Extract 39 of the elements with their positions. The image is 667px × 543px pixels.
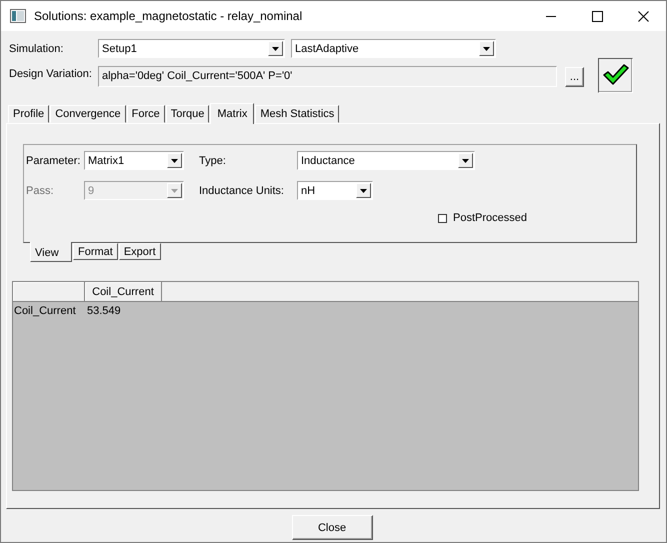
inductance-units-label: Inductance Units: bbox=[199, 184, 285, 196]
tab[interactable]: Export bbox=[118, 243, 161, 260]
tab[interactable]: Torque bbox=[166, 105, 210, 123]
tab[interactable]: Matrix bbox=[210, 103, 254, 124]
type-dropdown[interactable]: Inductance bbox=[297, 151, 475, 170]
checkmark-icon bbox=[602, 64, 628, 86]
tab[interactable]: Force bbox=[126, 105, 165, 123]
setup-dropdown[interactable]: Setup1 bbox=[98, 39, 285, 58]
close-button[interactable]: Close bbox=[292, 515, 372, 540]
tab[interactable]: Mesh Statistics bbox=[255, 105, 340, 123]
apply-button[interactable] bbox=[598, 58, 633, 92]
row-header: Coil_Current bbox=[13, 305, 77, 317]
dropdown-arrow-icon bbox=[462, 158, 469, 162]
dropdown-arrow-icon bbox=[360, 188, 367, 192]
pass-label: Pass: bbox=[26, 184, 55, 196]
type-label: Type: bbox=[199, 154, 227, 166]
post-processed-checkbox[interactable] bbox=[438, 214, 447, 222]
column-header: Coil_Current bbox=[85, 282, 162, 301]
tab[interactable]: View bbox=[30, 242, 72, 262]
dropdown-arrow-icon bbox=[171, 188, 178, 192]
parameter-dropdown[interactable]: Matrix1 bbox=[84, 151, 184, 170]
simulation-label: Simulation: bbox=[9, 42, 64, 54]
parameter-label: Parameter: bbox=[26, 154, 82, 166]
browse-button[interactable]: ... bbox=[565, 67, 584, 87]
dropdown-arrow-icon bbox=[171, 158, 178, 162]
design-variation-label: Design Variation: bbox=[9, 68, 93, 80]
app-icon bbox=[10, 9, 26, 23]
units-dropdown[interactable]: nH bbox=[297, 181, 373, 200]
post-processed-label: PostProcessed bbox=[453, 212, 527, 224]
solution-dropdown[interactable]: LastAdaptive bbox=[291, 39, 496, 58]
pass-dropdown: 9 bbox=[84, 181, 184, 200]
dropdown-arrow-icon bbox=[483, 46, 490, 50]
tab[interactable]: Convergence bbox=[50, 105, 126, 123]
window-title: Solutions: example_magnetostatic - relay_nominal bbox=[34, 9, 304, 23]
dropdown-arrow-icon bbox=[272, 46, 279, 50]
tab[interactable]: Format bbox=[73, 243, 118, 260]
table-cell-text: 53.549 bbox=[86, 305, 121, 317]
tab[interactable]: Profile bbox=[8, 105, 50, 123]
design-variation-field[interactable]: alpha='0deg' Coil_Current='500A' P='0' bbox=[98, 66, 557, 86]
